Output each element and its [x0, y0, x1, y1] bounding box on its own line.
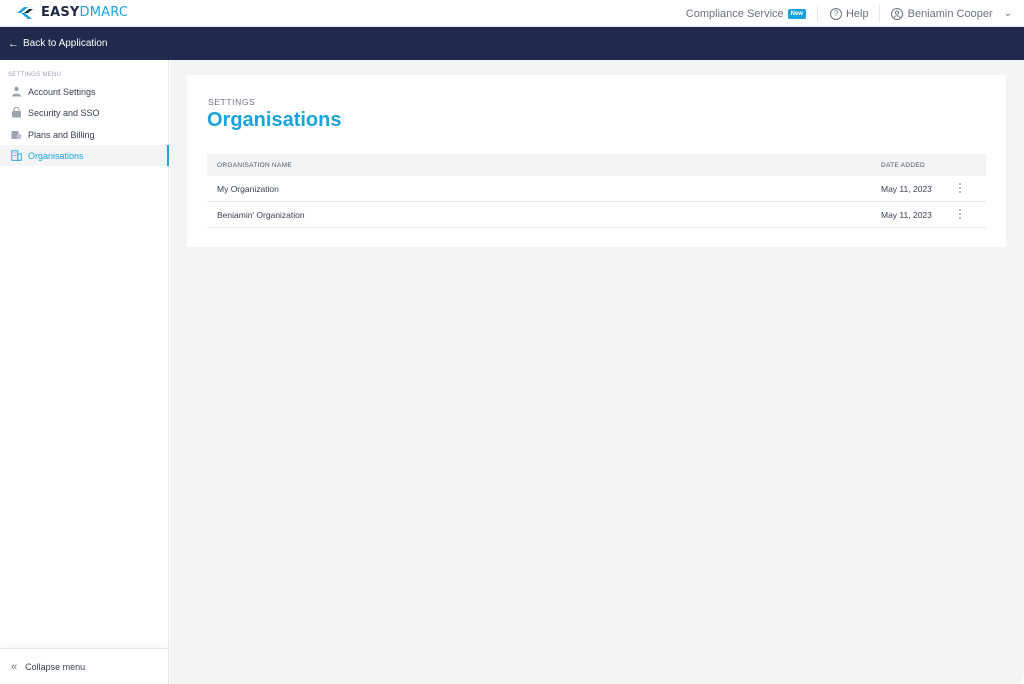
- easydmarc-logo-icon: [17, 6, 33, 19]
- organisations-card: SETTINGS Organisations ORGANISATION NAME…: [187, 75, 1006, 247]
- breadcrumb: SETTINGS: [208, 97, 256, 107]
- logo-text: EASYDMARC: [41, 5, 129, 20]
- user-menu[interactable]: Beniamin Cooper ⌄: [880, 7, 1024, 20]
- page-title: Organisations: [207, 109, 342, 131]
- sidebar-item-plans-billing[interactable]: Plans and Billing: [0, 124, 169, 145]
- more-options-icon[interactable]: [955, 208, 965, 220]
- column-header-organisation-name[interactable]: ORGANISATION NAME: [217, 162, 292, 169]
- organisation-name-cell: My Organization: [217, 184, 279, 194]
- sidebar-item-label: Organisations: [28, 150, 84, 161]
- billing-icon: [10, 129, 22, 141]
- date-added-cell: May 11, 2023: [881, 210, 932, 220]
- organisation-name-cell: Beniamin' Organization: [217, 210, 305, 220]
- help-icon: ?: [829, 7, 842, 20]
- compliance-service-link[interactable]: Compliance Service New: [686, 8, 817, 20]
- date-added-cell: May 11, 2023: [881, 184, 932, 194]
- table-header: ORGANISATION NAME DATE ADDED: [207, 154, 986, 176]
- sidebar-item-security-sso[interactable]: Security and SSO: [0, 102, 169, 123]
- collapse-menu-label: Collapse menu: [25, 661, 86, 672]
- organisations-table: ORGANISATION NAME DATE ADDED My Organiza…: [207, 154, 986, 228]
- sidebar-title: SETTINGS MENU: [8, 72, 62, 78]
- sidebar-item-organisations[interactable]: Organisations: [0, 145, 169, 166]
- table-row[interactable]: My Organization May 11, 2023: [207, 176, 986, 202]
- main-content: SETTINGS Organisations ORGANISATION NAME…: [170, 60, 1024, 684]
- column-header-date-added[interactable]: DATE ADDED: [881, 162, 925, 169]
- more-options-icon[interactable]: [955, 182, 965, 194]
- chevrons-left-icon: «: [11, 660, 18, 673]
- arrow-left-icon: ←: [8, 37, 19, 50]
- security-lock-icon: [10, 107, 22, 119]
- table-row[interactable]: Beniamin' Organization May 11, 2023: [207, 202, 986, 228]
- sidebar-item-account-settings[interactable]: Account Settings: [0, 81, 169, 102]
- new-badge: New: [787, 8, 806, 19]
- user-settings-icon: [10, 86, 22, 98]
- compliance-service-label: Compliance Service: [685, 7, 784, 20]
- header-actions: Compliance Service New ? Help Beniamin C…: [686, 0, 1024, 27]
- building-icon: [10, 150, 22, 162]
- back-to-application-bar[interactable]: ← Back to Application: [0, 27, 1024, 60]
- sidebar-item-label: Account Settings: [28, 86, 96, 97]
- settings-sidebar: SETTINGS MENU Account Settings Security …: [0, 60, 169, 684]
- logo[interactable]: EASYDMARC: [15, 5, 128, 20]
- chevron-down-icon: ⌄: [1003, 8, 1012, 19]
- help-link[interactable]: ? Help: [818, 7, 879, 20]
- back-to-application-label: Back to Application: [23, 38, 108, 49]
- user-name: Beniamin Cooper: [907, 7, 993, 20]
- top-header: EASYDMARC Compliance Service New ? Help …: [0, 0, 1024, 27]
- help-label: Help: [845, 7, 869, 20]
- sidebar-item-label: Plans and Billing: [28, 129, 95, 140]
- collapse-menu-button[interactable]: « Collapse menu: [0, 648, 169, 684]
- user-avatar-icon: [890, 7, 903, 20]
- sidebar-item-label: Security and SSO: [28, 107, 100, 118]
